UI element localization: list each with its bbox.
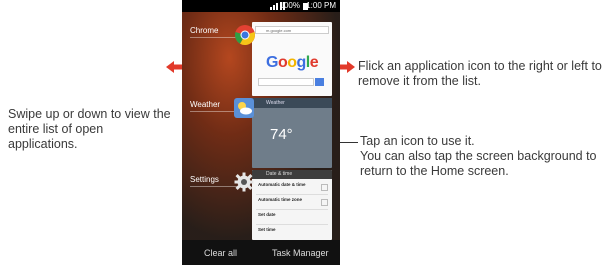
- recent-app-weather[interactable]: Weather 74°: [252, 98, 332, 168]
- weather-temperature: 74°: [270, 126, 293, 143]
- status-time: 1:00 PM: [306, 1, 336, 10]
- task-manager-button[interactable]: Task Manager: [272, 248, 329, 258]
- swipe-instruction: Swipe up or down to view the entire list…: [8, 107, 175, 151]
- address-bar: m.google.com: [255, 26, 329, 34]
- checkbox-icon: [321, 199, 328, 206]
- recent-app-chrome[interactable]: m.google.com Google: [252, 22, 332, 96]
- tab-strip: [255, 36, 329, 42]
- app-label-chrome: Chrome: [190, 26, 219, 35]
- recents-bottom-bar: Clear all Task Manager: [182, 240, 340, 265]
- setting-row: Set date: [258, 212, 276, 217]
- flick-instruction: Flick an application icon to the right o…: [358, 59, 602, 88]
- setting-divider: [256, 224, 328, 225]
- gear-icon[interactable]: [234, 172, 254, 192]
- google-logo: Google: [266, 54, 319, 71]
- battery-percent: 100%: [279, 1, 300, 10]
- weather-icon[interactable]: [234, 98, 254, 118]
- status-bar: 100% 1:00 PM: [182, 0, 340, 12]
- tap-instruction: Tap an icon to use it. You can also tap …: [360, 134, 597, 178]
- search-input: [258, 78, 314, 86]
- setting-row: Automatic date & time: [258, 182, 306, 187]
- checkbox-icon: [321, 184, 328, 191]
- setting-row: Automatic time zone: [258, 197, 303, 202]
- clear-all-button[interactable]: Clear all: [204, 248, 237, 258]
- search-button: [315, 78, 324, 86]
- setting-divider: [256, 194, 328, 195]
- recent-app-settings[interactable]: Date & time Automatic date & time Automa…: [252, 170, 332, 240]
- app-label-weather: Weather: [190, 100, 221, 109]
- weather-header: Weather: [252, 98, 332, 108]
- phone-screen: 100% 1:00 PM Chrome Weather Settings m.g…: [182, 0, 340, 265]
- settings-header: Date & time: [252, 170, 332, 179]
- setting-divider: [256, 209, 328, 210]
- setting-row: Set time: [258, 227, 276, 232]
- chrome-icon[interactable]: [234, 24, 256, 46]
- app-label-settings: Settings: [190, 175, 219, 184]
